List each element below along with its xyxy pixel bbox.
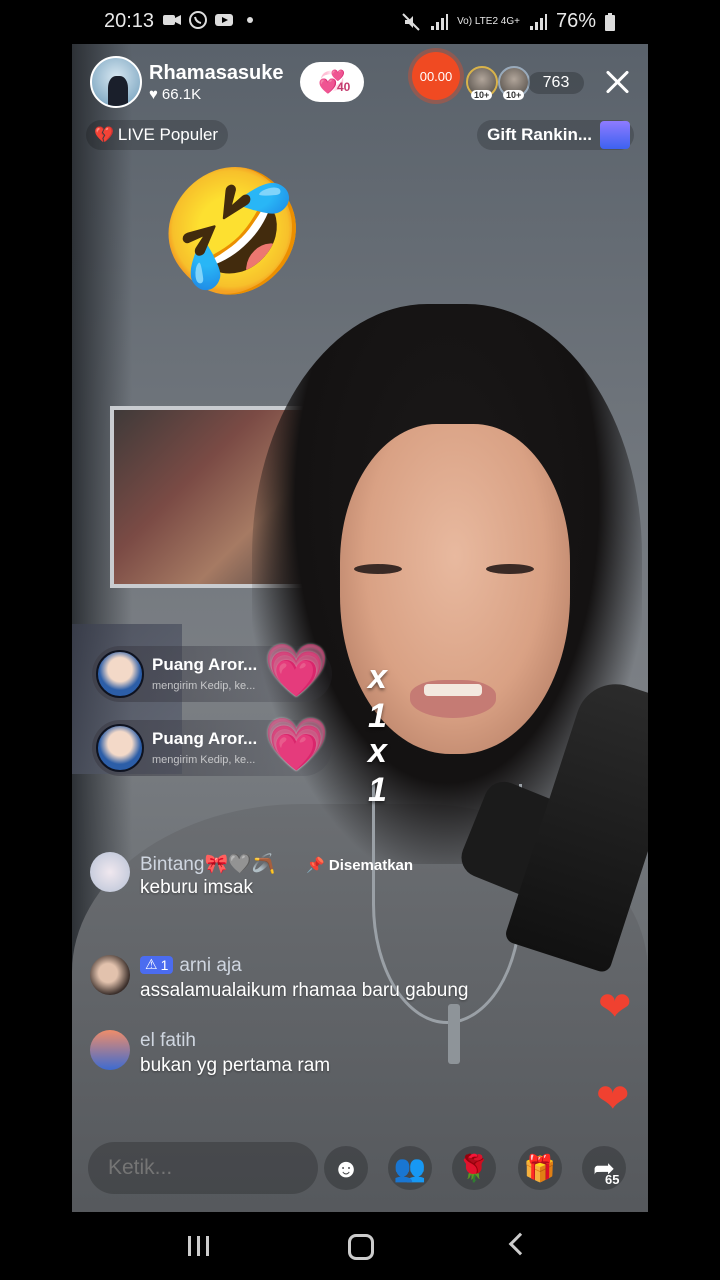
signal-icon-2 [529, 13, 547, 30]
emoji-button[interactable]: ☻ [324, 1146, 368, 1190]
heart-gift-icon: 💗 [264, 642, 329, 700]
back-button[interactable] [508, 1232, 532, 1256]
users-icon: 👥 [393, 1152, 427, 1183]
gift-description: mengirim Kedip, ke... [152, 680, 256, 692]
live-popular-badge[interactable]: 💔 LIVE Populer [86, 120, 229, 150]
fan-club-count: 40 [337, 80, 351, 94]
heart-icon: ♥ [149, 85, 158, 103]
recent-apps-button[interactable] [188, 1236, 212, 1256]
commenter-avatar[interactable] [90, 852, 130, 892]
floating-heart-icon: ❤ [598, 985, 632, 1029]
rose-icon: 🌹 [457, 1152, 491, 1183]
status-time: 20:13 [104, 10, 155, 32]
host-likes: ♥ 66.1K [149, 85, 202, 103]
pinned-label: 📌 Disematkan [306, 857, 414, 874]
notification-icons [162, 10, 260, 30]
comment-text: assalamualaikum rhamaa baru gabung [140, 980, 469, 1001]
signal-icon [431, 13, 449, 30]
comment-text: bukan yg pertama ram [140, 1055, 331, 1076]
commenter-name: el fatih [140, 1030, 196, 1051]
gifter-name: Puang Aror... [152, 729, 258, 748]
status-right: Vo) LTE2 4G+ 76% [401, 10, 616, 33]
pin-icon: 📌 [306, 857, 325, 874]
viewer-count[interactable]: 763 [528, 72, 584, 94]
comment-text: keburu imsak [140, 877, 253, 898]
gift-notification: Puang Aror... mengirim Kedip, ke... 💗 x … [92, 716, 387, 809]
gifter-avatar[interactable] [96, 650, 144, 698]
follow-badge-button[interactable]: 💞 40 [300, 62, 364, 102]
rose-gift-button[interactable]: 🌹 [452, 1146, 496, 1190]
home-button[interactable] [348, 1234, 374, 1260]
timer-button[interactable]: 00.00 [412, 52, 460, 100]
gifter-avatar[interactable] [96, 724, 144, 772]
level-badge: ⚠ 1 [140, 955, 174, 974]
heart-gift-icon: 💗 [264, 716, 329, 774]
commenter-avatar[interactable] [90, 955, 130, 995]
host-avatar[interactable] [90, 56, 142, 108]
top-viewer-avatar[interactable]: 10+ [466, 66, 498, 100]
close-button[interactable] [604, 68, 632, 96]
battery-percent: 76% [555, 10, 596, 32]
share-count: 65 [605, 1172, 620, 1187]
gift-multiplier: x 1 [368, 732, 387, 809]
commenter-avatar[interactable] [90, 1030, 130, 1070]
status-bar: 20:13 Vo) LTE2 4G+ 76% [0, 0, 720, 44]
network-label: Vo) LTE2 4G+ [457, 15, 520, 27]
battery-icon [605, 12, 615, 31]
gift-icon: 🎁 [523, 1152, 557, 1183]
ranking-icon [600, 121, 630, 149]
gift-notification: Puang Aror... mengirim Kedip, ke... 💗 x … [92, 642, 387, 735]
comment-input[interactable] [88, 1142, 318, 1194]
commenter-name: Bintang🎀🩶🪃 [140, 854, 276, 875]
commenter-name: ⚠ 1 arni aja [140, 955, 242, 977]
warning-icon: ⚠ [145, 956, 158, 972]
gift-multiplier: x 1 [368, 658, 387, 735]
gift-ranking-button[interactable]: Gift Rankin... [477, 120, 634, 150]
floating-heart-icon: ❤ [596, 1077, 630, 1121]
whatsapp-icon [189, 11, 207, 29]
broken-heart-icon: 💔 [94, 127, 114, 144]
gift-description: mengirim Kedip, ke... [152, 754, 256, 766]
video-icon [163, 15, 181, 25]
youtube-icon [215, 14, 233, 26]
dot-icon [247, 17, 253, 23]
host-profile[interactable]: Rhamasasuke ♥ 66.1K [90, 56, 284, 108]
navigation-bar [0, 1212, 720, 1280]
guests-button[interactable]: 👥 [388, 1146, 432, 1190]
rofl-emoji: 🤣 [158, 165, 308, 299]
top-viewer-avatar[interactable]: 10+ [498, 66, 530, 100]
host-name: Rhamasasuke [149, 61, 284, 84]
gifter-name: Puang Aror... [152, 655, 258, 674]
mute-icon [402, 12, 420, 31]
gift-button[interactable]: 🎁 [518, 1146, 562, 1190]
smiley-icon: ☻ [332, 1152, 360, 1183]
